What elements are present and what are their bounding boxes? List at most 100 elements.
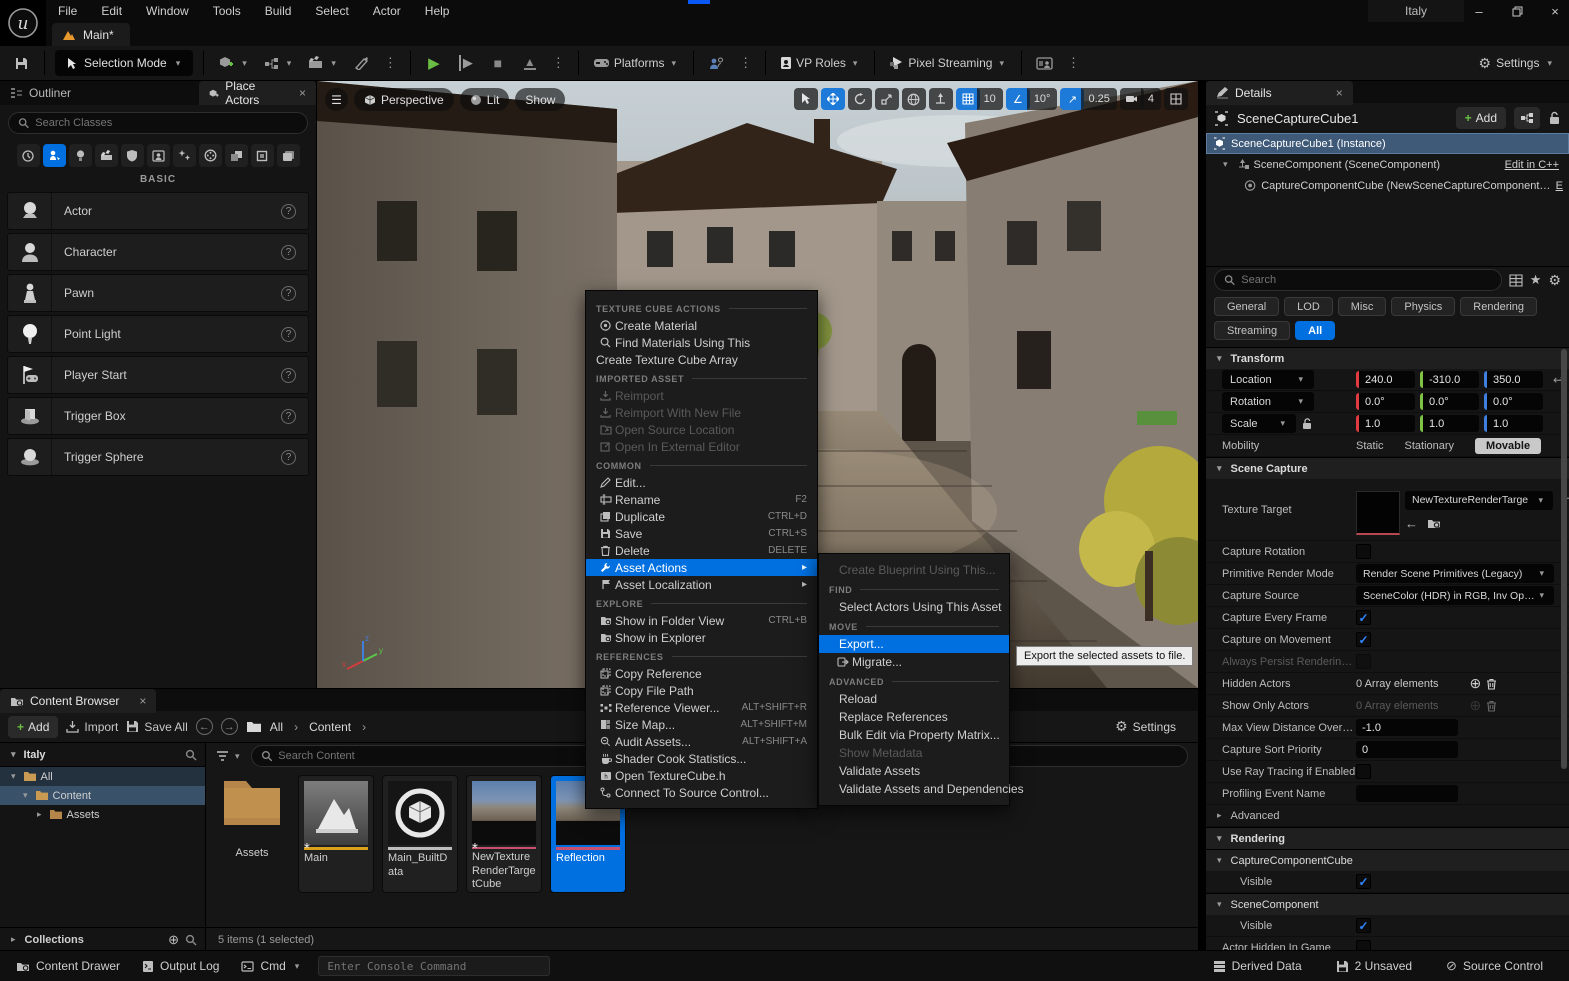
submenu-item-export[interactable]: Export... <box>819 635 1009 653</box>
menu-build[interactable]: Build <box>253 0 304 22</box>
rotation-dropdown[interactable]: Rotation▾ <box>1222 392 1314 411</box>
clear-array-icon[interactable] <box>1486 678 1497 690</box>
location-dropdown[interactable]: Location▾ <box>1222 370 1314 389</box>
multi-user-dots-icon[interactable]: ⋮ <box>736 55 755 71</box>
cb-add-button[interactable]: + Add <box>8 716 58 738</box>
help-icon[interactable]: ? <box>281 450 296 465</box>
source-control-button[interactable]: ⊘ Source Control <box>1440 954 1549 978</box>
media-dots-icon[interactable]: ⋮ <box>1064 55 1083 71</box>
asset-tile-main[interactable]: * Main <box>298 775 374 893</box>
blueprint-edit-button[interactable] <box>1514 107 1540 129</box>
ray-tracing-checkbox[interactable] <box>1356 764 1371 779</box>
derived-data-button[interactable]: Derived Data <box>1207 954 1308 978</box>
vp-roles-dropdown[interactable]: VP Roles ▾ <box>776 50 864 76</box>
tree-item-content[interactable]: ▾ Content <box>0 786 205 805</box>
shapes-category[interactable] <box>121 144 144 167</box>
overflow-dots-icon[interactable]: ⋮ <box>381 55 400 71</box>
submenu-item-validate-deps[interactable]: Validate Assets and Dependencies <box>819 780 1009 798</box>
console-command-field[interactable] <box>318 956 550 976</box>
unsaved-button[interactable]: 2 Unsaved <box>1330 954 1418 978</box>
perspective-dropdown[interactable]: Perspective <box>354 88 454 111</box>
edit-in-cpp-link-truncated[interactable]: E <box>1556 180 1563 192</box>
tab-outliner[interactable]: Outliner <box>0 81 81 105</box>
move-tool-button[interactable] <box>821 88 845 110</box>
search-icon[interactable] <box>185 934 197 946</box>
asset-tile-render-target[interactable]: * NewTextureRenderTargetCube <box>466 775 542 893</box>
pixel-streaming-dropdown[interactable]: Pixel Streaming ▾ <box>885 50 1011 76</box>
multi-user-button[interactable] <box>704 50 730 76</box>
cmd-dropdown[interactable]: Cmd ▾ <box>235 954 308 978</box>
editor-modes-button[interactable] <box>349 50 375 76</box>
menu-item-asset-localization[interactable]: Asset Localization ▸ <box>586 576 817 593</box>
filter-all[interactable]: All <box>1295 321 1335 340</box>
menu-window[interactable]: Window <box>134 0 201 22</box>
add-array-element-icon[interactable]: ⊕ <box>1470 675 1482 692</box>
menu-select[interactable]: Select <box>303 0 360 22</box>
submenu-item-validate-assets[interactable]: Validate Assets <box>819 762 1009 780</box>
settings-dropdown[interactable]: ⚙ Settings ▾ <box>1479 55 1561 72</box>
help-icon[interactable]: ? <box>281 409 296 424</box>
recently-placed-category[interactable] <box>17 144 40 167</box>
close-tab-icon[interactable]: × <box>1336 86 1343 100</box>
tree-item-assets[interactable]: ▸ Assets <box>0 805 205 824</box>
menu-item-shader-cook-statistics[interactable]: Shader Cook Statistics... <box>586 750 817 767</box>
geometry-category[interactable] <box>225 144 248 167</box>
basic-category[interactable] <box>43 144 66 167</box>
capture-rotation-checkbox[interactable] <box>1356 544 1371 559</box>
scale-dropdown[interactable]: Scale▾ <box>1222 414 1296 433</box>
location-z-field[interactable]: 350.0 <box>1484 371 1543 388</box>
menu-item-edit[interactable]: Edit... <box>586 474 817 491</box>
max-view-distance-field[interactable]: -1.0 <box>1356 719 1458 736</box>
back-button[interactable]: ← <box>196 718 213 735</box>
unreal-logo[interactable]: u <box>0 0 46 46</box>
menu-edit[interactable]: Edit <box>89 0 134 22</box>
cinematic-category[interactable] <box>95 144 118 167</box>
capture-on-movement-checkbox[interactable]: ✓ <box>1356 632 1371 647</box>
media-capture-button[interactable] <box>1032 50 1058 76</box>
details-search-field[interactable] <box>1214 269 1502 291</box>
visible-checkbox[interactable]: ✓ <box>1356 918 1371 933</box>
console-command-input[interactable] <box>327 960 541 973</box>
select-tool-button[interactable] <box>794 88 818 110</box>
section-scene-component[interactable]: ▾ SceneComponent <box>1206 893 1569 915</box>
menu-item-create-material[interactable]: Create Material <box>586 317 817 334</box>
placeable-trigger-box[interactable]: Trigger Box ? <box>7 397 309 435</box>
placeable-character[interactable]: Character ? <box>7 233 309 271</box>
actor-hidden-checkbox[interactable] <box>1356 940 1371 950</box>
section-capture-component-cube[interactable]: ▾ CaptureComponentCube <box>1206 849 1569 871</box>
menu-tools[interactable]: Tools <box>201 0 253 22</box>
show-dropdown[interactable]: Show <box>515 88 565 111</box>
visual-effects-category[interactable] <box>173 144 196 167</box>
lit-dropdown[interactable]: Lit <box>460 88 510 111</box>
grid-snap-button[interactable] <box>956 88 980 110</box>
add-collection-icon[interactable]: ⊕ <box>168 932 179 948</box>
menu-item-copy-reference[interactable]: Copy Reference <box>586 665 817 682</box>
all-classes-category[interactable] <box>277 144 300 167</box>
breadcrumb-root[interactable]: All <box>270 720 283 734</box>
menu-item-rename[interactable]: Rename F2 <box>586 491 817 508</box>
cinematics-button[interactable]: ▾ <box>304 50 343 76</box>
add-actor-button[interactable]: ▾ <box>214 50 254 76</box>
location-x-field[interactable]: 240.0 <box>1356 371 1415 388</box>
placeable-player-start[interactable]: Player Start ? <box>7 356 309 394</box>
asset-tile-main-builtdata[interactable]: Main_BuiltData <box>382 775 458 893</box>
menu-item-show-in-folder-view[interactable]: Show in Folder View CTRL+B <box>586 612 817 629</box>
help-icon[interactable]: ? <box>281 368 296 383</box>
texture-target-thumbnail[interactable] <box>1356 491 1400 535</box>
surface-snapping-button[interactable] <box>929 88 953 110</box>
rotation-snap-value[interactable]: 10° <box>1027 88 1058 110</box>
section-rendering[interactable]: ▾ Rendering <box>1206 827 1569 849</box>
capture-sort-priority-field[interactable]: 0 <box>1356 741 1458 758</box>
filter-streaming[interactable]: Streaming <box>1214 321 1290 340</box>
lights-category[interactable] <box>69 144 92 167</box>
menu-item-duplicate[interactable]: Duplicate CTRL+D <box>586 508 817 525</box>
menu-item-open-header[interactable]: h Open TextureCube.h <box>586 767 817 784</box>
capture-source-dropdown[interactable]: SceneColor (HDR) in RGB, Inv Opacity▾ <box>1356 586 1554 605</box>
details-gear-icon[interactable]: ⚙ <box>1548 272 1561 289</box>
rotate-tool-button[interactable] <box>848 88 872 110</box>
platforms-dropdown[interactable]: Platforms ▾ <box>589 50 683 76</box>
rotation-z-field[interactable]: 0.0° <box>1484 393 1543 410</box>
lock-icon[interactable] <box>1548 111 1561 125</box>
minimize-button[interactable]: – <box>1462 0 1496 22</box>
search-classes-input[interactable] <box>35 117 298 129</box>
